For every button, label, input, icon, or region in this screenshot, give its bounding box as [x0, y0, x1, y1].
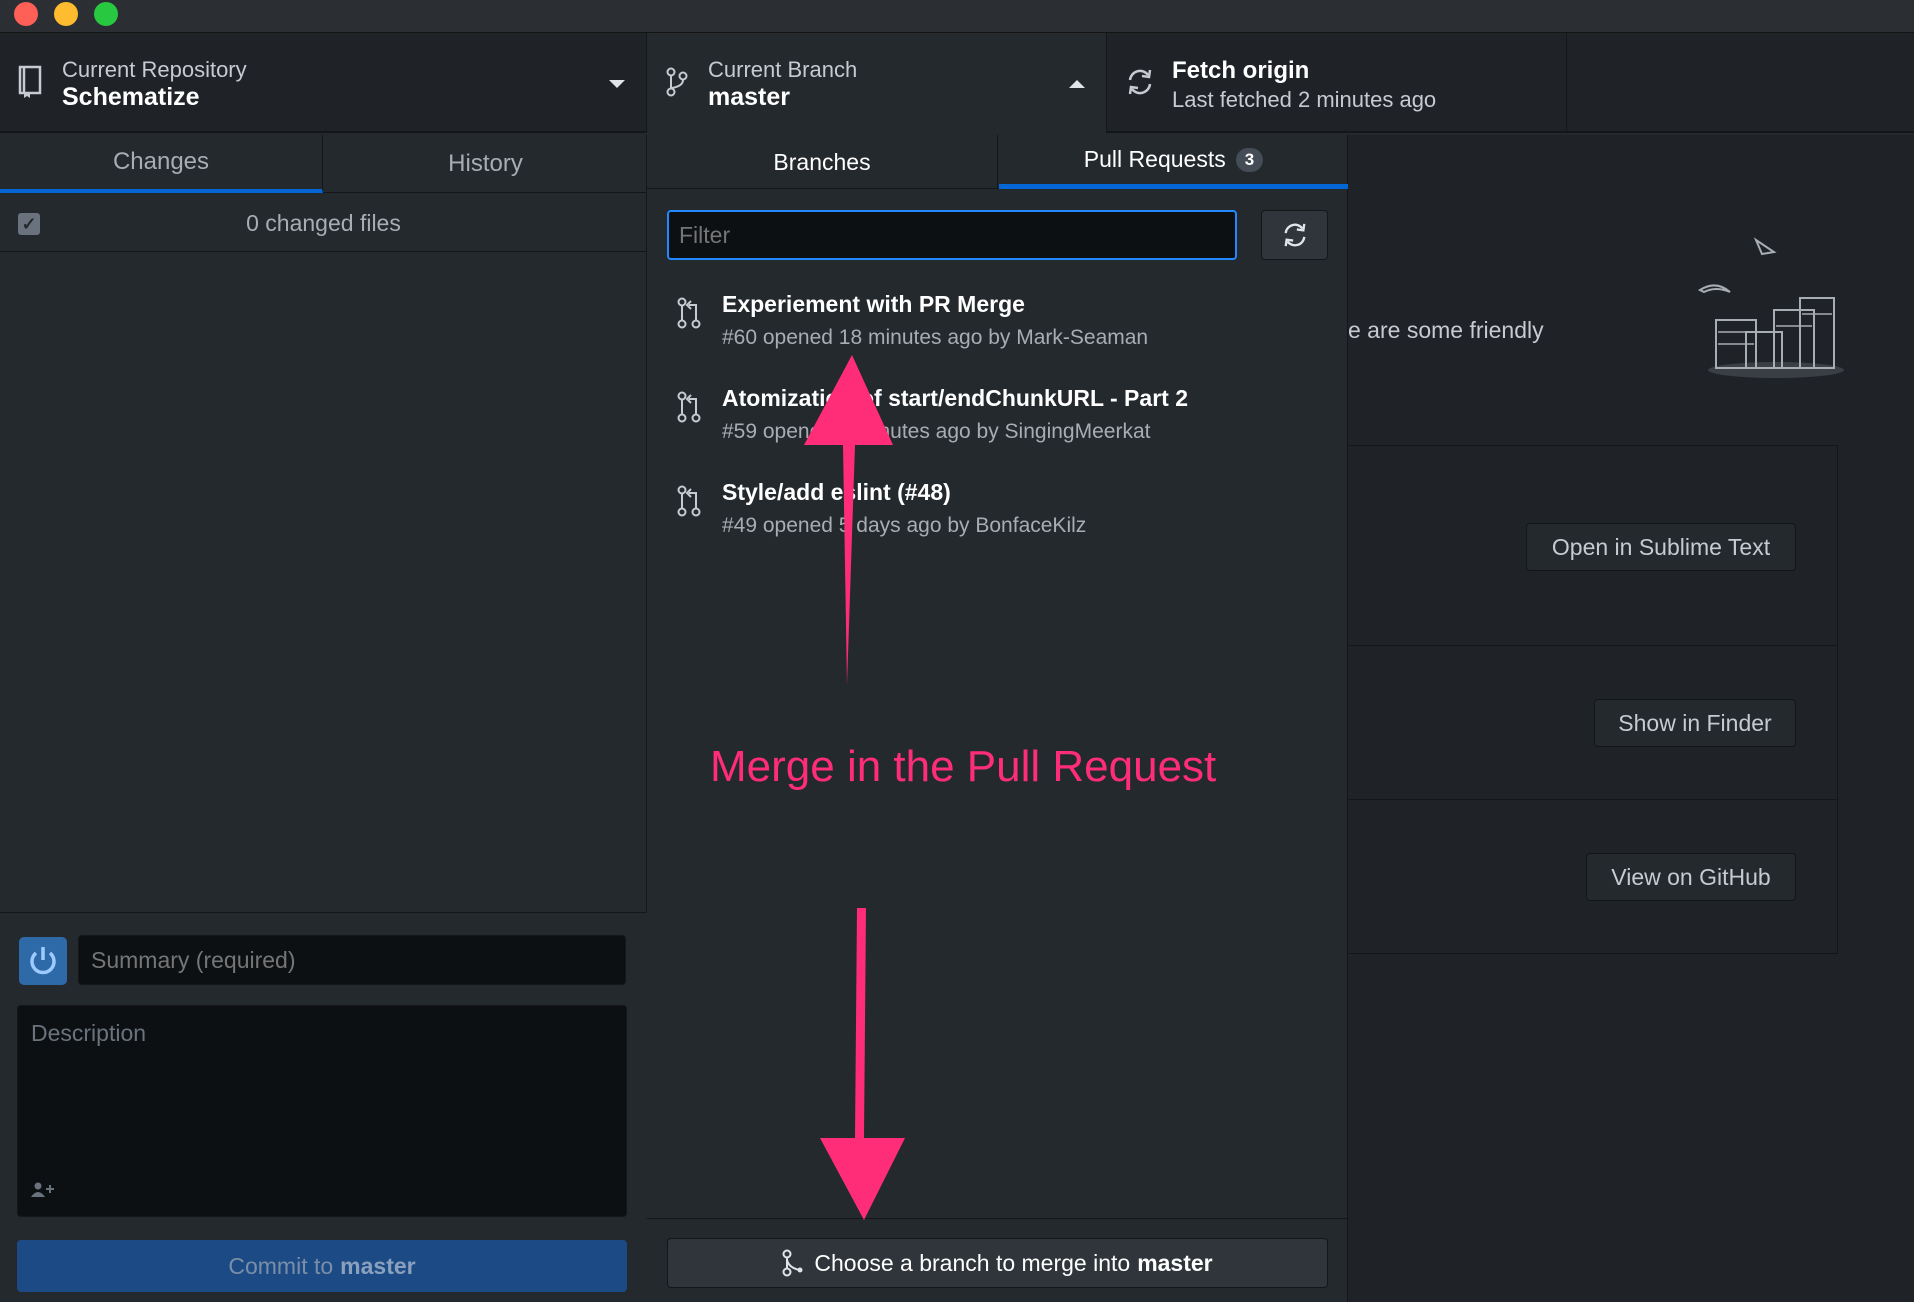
description-placeholder: Description — [31, 1020, 147, 1046]
pull-request-subtitle: #59 opened 5 minutes ago by SingingMeerk… — [722, 420, 1151, 443]
commit-area: Description Commit to master — [0, 912, 647, 1302]
repo-icon — [17, 65, 43, 104]
fetch-origin-button[interactable]: Fetch origin Last fetched 2 minutes ago — [1107, 33, 1567, 133]
pull-request-icon — [677, 297, 701, 334]
view-on-github-button[interactable]: View on GitHub — [1586, 853, 1796, 901]
pull-request-subtitle: #60 opened 18 minutes ago by Mark-Seaman — [722, 326, 1149, 349]
left-panel: Changes History ✓ 0 changed files Descri… — [0, 135, 647, 1302]
changed-files-header: ✓ 0 changed files — [0, 194, 647, 252]
left-tabs: Changes History — [0, 135, 647, 193]
pull-request-title: Atomization of start/endChunkURL - Part … — [722, 385, 1188, 411]
merge-icon — [782, 1249, 804, 1277]
branch-label: Current Branch — [708, 57, 858, 82]
tab-changes[interactable]: Changes — [0, 135, 323, 193]
sync-icon — [1126, 68, 1154, 101]
illustration-icon — [1696, 230, 1856, 385]
branch-name: master — [708, 83, 790, 111]
divider — [1348, 799, 1838, 800]
toolbar: Current Repository Schematize Current Br… — [0, 33, 1914, 133]
fetch-subtitle: Last fetched 2 minutes ago — [1172, 87, 1437, 112]
repository-label: Current Repository — [62, 57, 247, 82]
add-coauthor-icon[interactable] — [31, 1182, 55, 1203]
annotation-text: Merge in the Pull Request — [710, 742, 1217, 791]
changed-files-count: 0 changed files — [246, 210, 401, 236]
show-in-finder-button[interactable]: Show in Finder — [1594, 699, 1796, 747]
chevron-up-icon — [1068, 77, 1086, 95]
summary-input[interactable] — [78, 935, 626, 985]
commit-button-prefix: Commit to — [228, 1252, 334, 1279]
fetch-title: Fetch origin — [1172, 57, 1310, 84]
dropdown-tabs: Branches Pull Requests 3 — [647, 135, 1348, 189]
sync-icon — [1284, 223, 1305, 247]
zoom-window-button[interactable] — [94, 2, 118, 26]
window-titlebar — [0, 0, 1914, 33]
merge-footer: Choose a branch to merge into master — [647, 1218, 1348, 1302]
pull-request-title: Style/add eslint (#48) — [722, 479, 951, 505]
friendly-suggestions-text: e are some friendly — [1348, 317, 1544, 343]
suggestions-box: Open in Sublime Text Show in Finder View… — [1348, 445, 1838, 954]
commit-button[interactable]: Commit to master — [17, 1240, 627, 1292]
tab-history[interactable]: History — [324, 135, 647, 193]
filter-input[interactable] — [667, 210, 1237, 260]
current-repository-button[interactable]: Current Repository Schematize — [0, 33, 647, 133]
avatar — [19, 937, 67, 985]
refresh-button[interactable] — [1261, 210, 1328, 260]
tab-branches[interactable]: Branches — [647, 135, 998, 189]
pull-request-icon — [677, 485, 701, 522]
pull-request-subtitle: #49 opened 5 days ago by BonfaceKilz — [722, 514, 1087, 537]
power-icon — [30, 947, 56, 975]
pull-request-item[interactable]: Style/add eslint (#48) #49 opened 5 days… — [647, 471, 1348, 565]
commit-button-branch: master — [340, 1252, 416, 1279]
merge-button-branch: master — [1137, 1249, 1213, 1276]
pull-request-icon — [677, 391, 701, 428]
branch-icon — [666, 67, 688, 102]
chevron-down-icon — [608, 77, 626, 95]
pr-count-badge: 3 — [1235, 147, 1264, 172]
current-branch-button[interactable]: Current Branch master — [647, 33, 1107, 133]
pull-request-title: Experiement with PR Merge — [722, 291, 1025, 317]
merge-button-prefix: Choose a branch to merge into — [814, 1249, 1131, 1276]
open-in-editor-button[interactable]: Open in Sublime Text — [1526, 523, 1796, 571]
divider — [1348, 645, 1838, 646]
pull-requests-label: Pull Requests — [1083, 146, 1226, 172]
pull-request-item[interactable]: Atomization of start/endChunkURL - Part … — [647, 377, 1348, 471]
minimize-window-button[interactable] — [54, 2, 78, 26]
repository-name: Schematize — [62, 83, 200, 111]
close-window-button[interactable] — [14, 2, 38, 26]
pull-request-item[interactable]: Experiement with PR Merge #60 opened 18 … — [647, 283, 1348, 377]
description-field[interactable]: Description — [17, 1005, 627, 1217]
tab-pull-requests[interactable]: Pull Requests 3 — [999, 135, 1348, 189]
choose-branch-to-merge-button[interactable]: Choose a branch to merge into master — [667, 1238, 1328, 1288]
branch-dropdown: Branches Pull Requests 3 Experiement wit… — [647, 135, 1348, 1302]
